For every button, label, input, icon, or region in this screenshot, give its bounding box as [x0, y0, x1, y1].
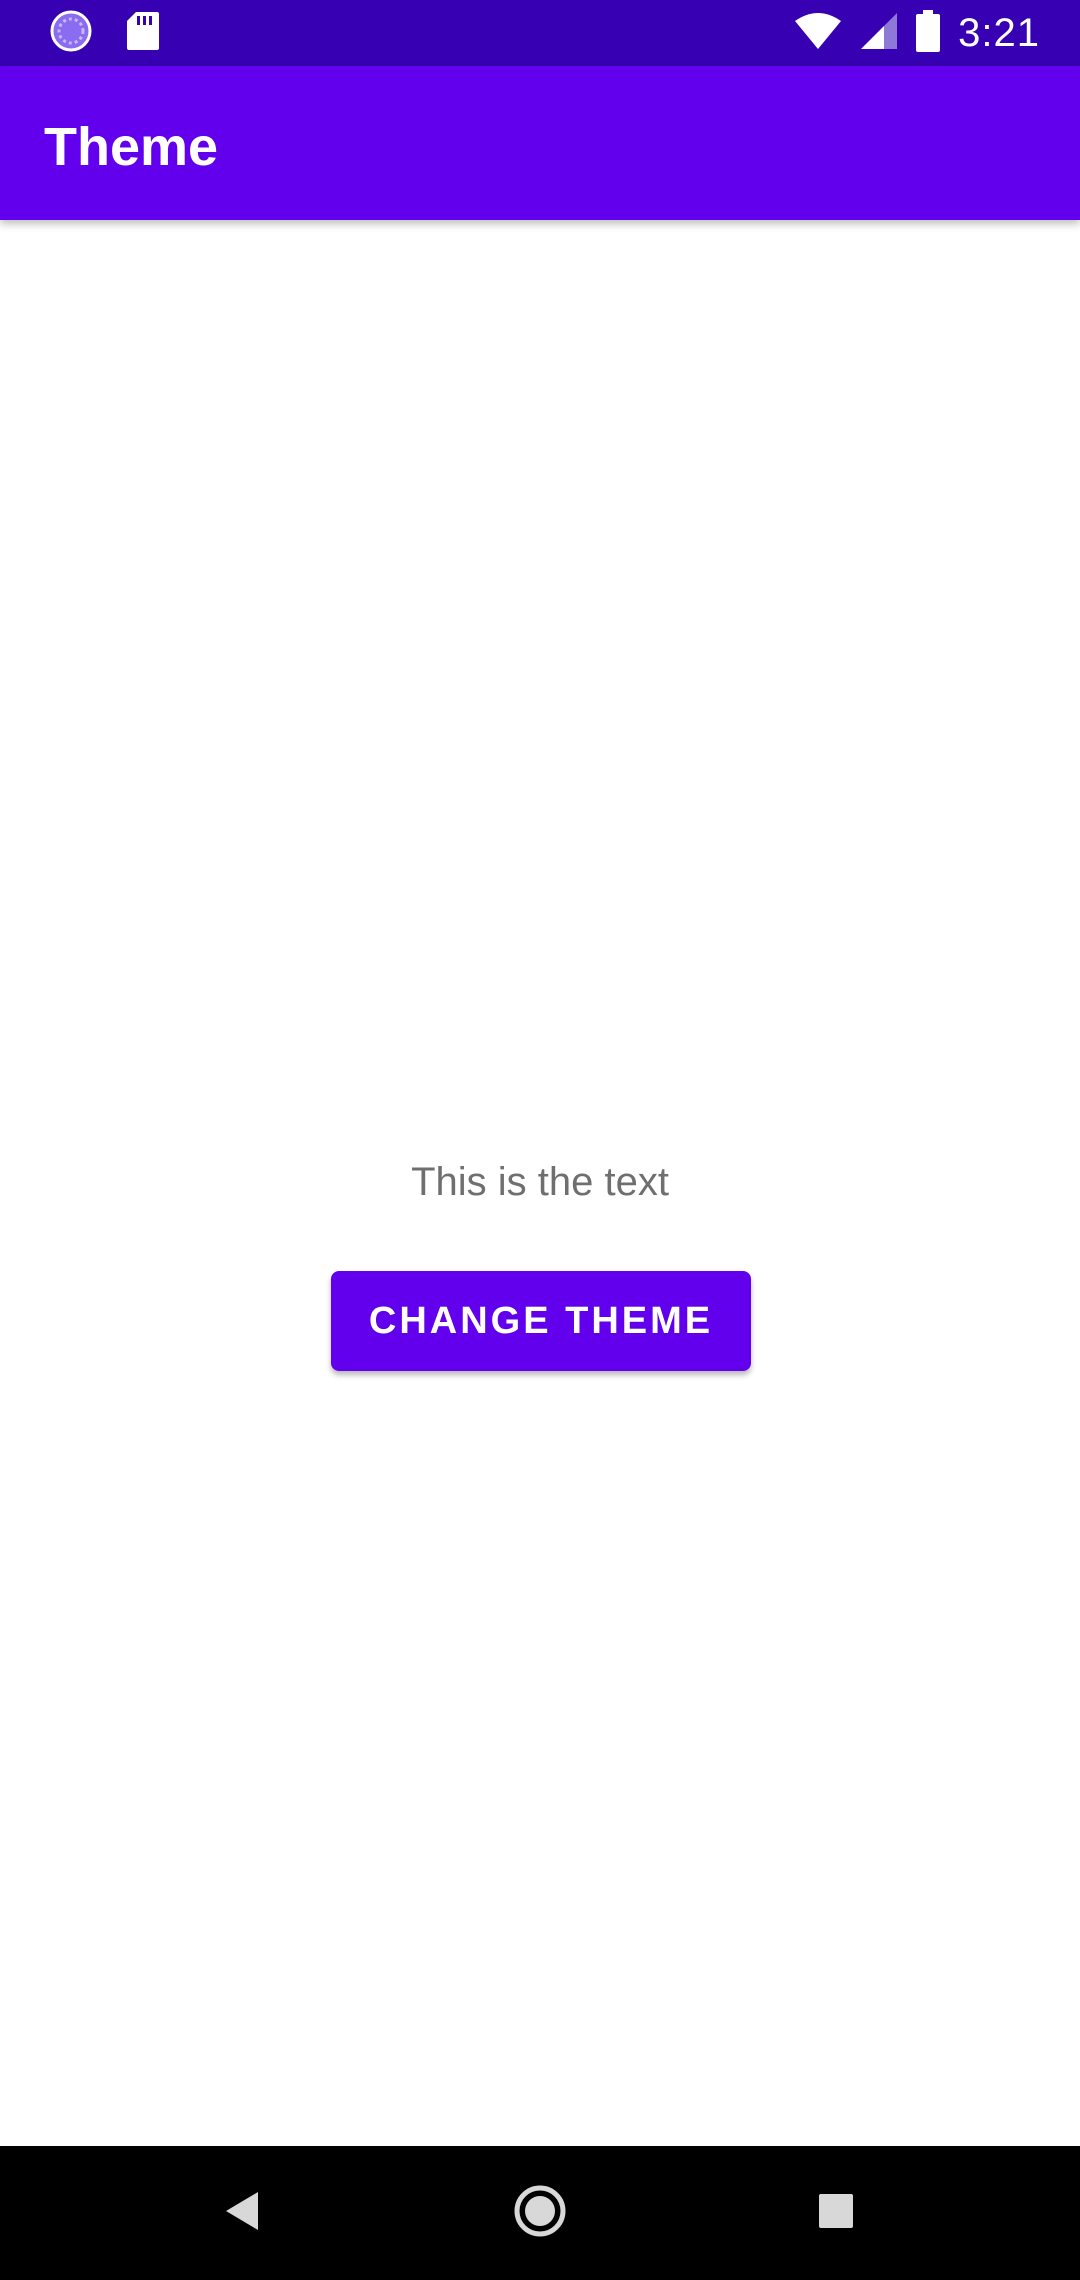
status-bar: 3:21	[0, 0, 1080, 66]
screen: 3:21 Theme This is the text CHANGE THEME	[0, 0, 1080, 2280]
navigation-bar	[0, 2146, 1080, 2280]
status-time: 3:21	[958, 10, 1040, 55]
status-right-icons: 3:21	[794, 8, 1040, 58]
status-left-icons	[50, 10, 160, 56]
change-theme-button[interactable]: CHANGE THEME	[331, 1271, 751, 1371]
recents-button[interactable]	[766, 2146, 906, 2280]
app-title: Theme	[44, 117, 219, 177]
main-content: This is the text CHANGE THEME	[0, 220, 1080, 2146]
battery-icon	[916, 9, 941, 57]
app-bar: Theme	[0, 66, 1080, 220]
home-icon	[513, 2184, 567, 2243]
body-text: This is the text	[411, 1160, 669, 1204]
back-button[interactable]	[172, 2146, 312, 2280]
back-icon	[222, 2189, 262, 2238]
cell-signal-icon	[860, 12, 898, 55]
sync-icon	[50, 10, 92, 57]
home-button[interactable]	[470, 2146, 610, 2280]
wifi-icon	[794, 12, 842, 55]
recents-icon	[818, 2193, 854, 2234]
sd-card-icon	[126, 11, 160, 56]
